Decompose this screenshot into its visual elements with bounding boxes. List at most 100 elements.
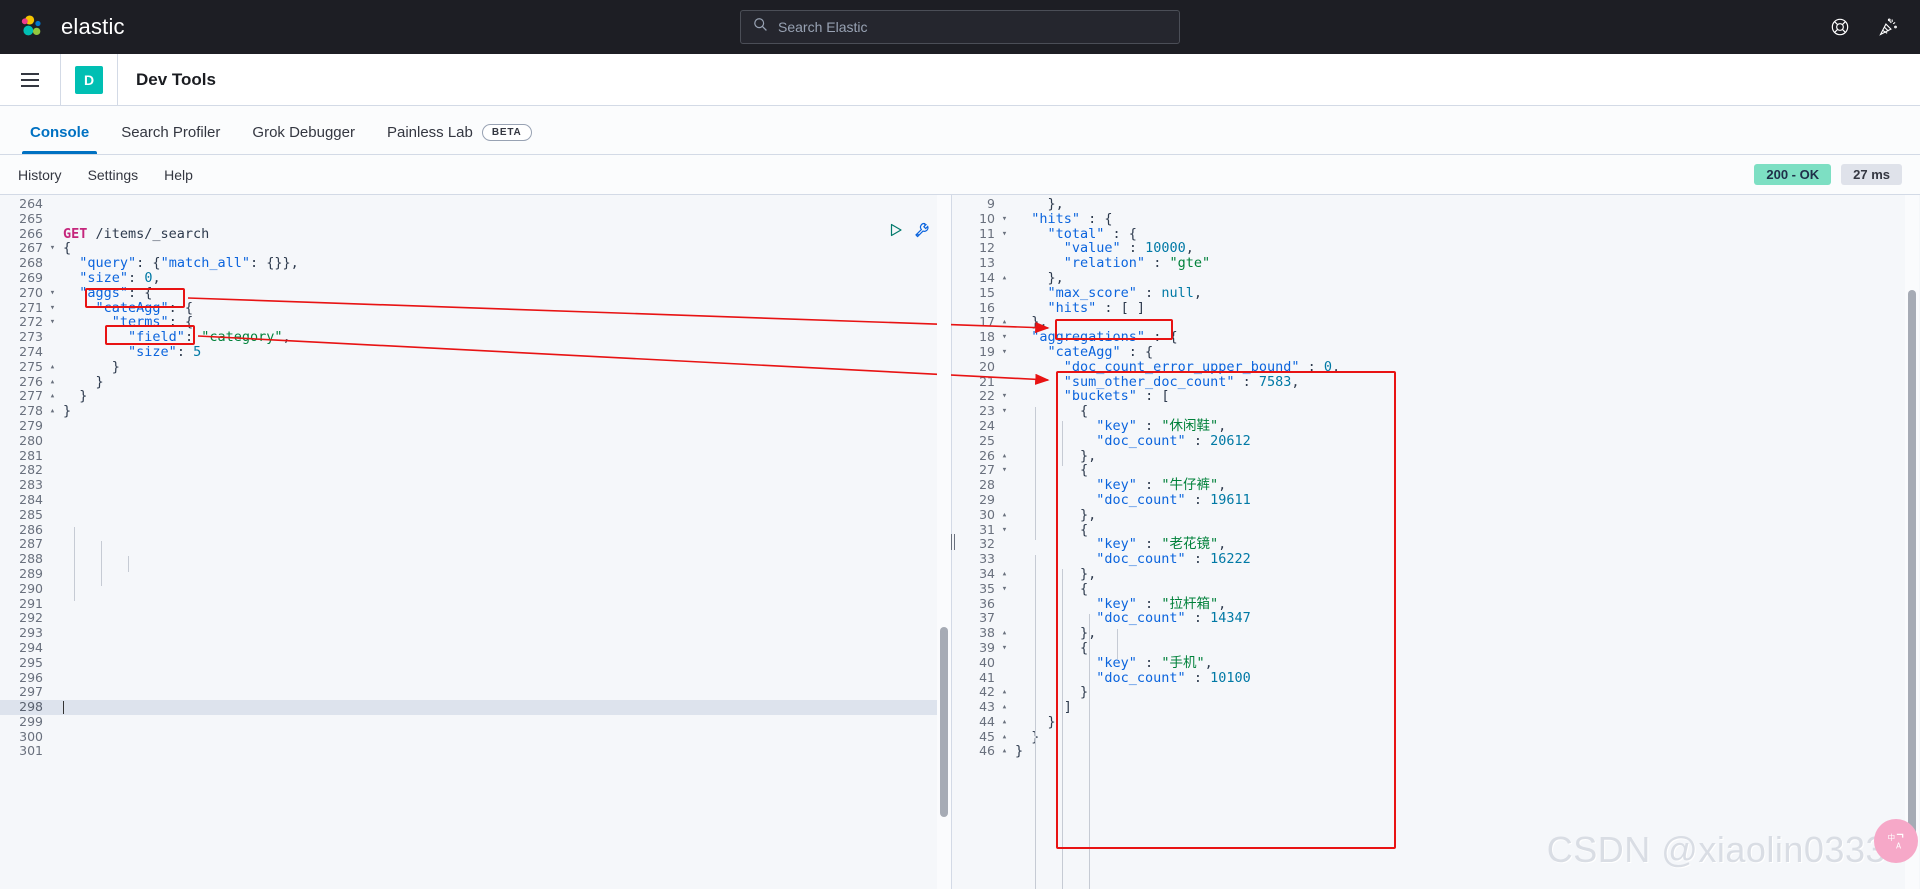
code-line[interactable]: 292 [0, 611, 951, 626]
code-line[interactable]: 298 [0, 699, 951, 715]
code-line[interactable]: 269 "size": 0, [0, 270, 951, 286]
code-line[interactable]: 278 ▴} [0, 403, 951, 419]
fold-toggle-icon[interactable]: ▴ [998, 315, 1011, 330]
code-line[interactable]: 46 ▴} [952, 744, 1919, 759]
code-line[interactable]: 288 [0, 551, 951, 567]
code-line[interactable]: 45 ▴ } [952, 729, 1919, 745]
fold-toggle-icon[interactable]: ▾ [46, 286, 59, 301]
code-line[interactable]: 267 ▾ { [0, 241, 951, 256]
code-line[interactable]: 15 "max_score" : null, [952, 285, 1919, 301]
fold-toggle-icon[interactable]: ▾ [998, 404, 1011, 419]
code-line[interactable]: 32 "key" : "老花镜", [952, 537, 1919, 552]
code-line[interactable]: 42 ▴ } [952, 684, 1919, 700]
code-line[interactable]: 284 [0, 492, 951, 508]
code-line[interactable]: 270 ▾ "aggs": { [0, 285, 951, 301]
code-line[interactable]: 9 }, [952, 196, 1919, 212]
confetti-icon[interactable] [1878, 17, 1898, 37]
code-line[interactable]: 12 "value" : 10000, [952, 241, 1919, 256]
response-viewer-pane[interactable]: 9 }, 10 ▾ "hits" : {11 ▾ "total" : {12 "val… [952, 195, 1919, 889]
fold-toggle-icon[interactable]: ▾ [46, 241, 59, 256]
code-line[interactable]: 294 [0, 640, 951, 656]
fold-toggle-icon[interactable]: ▾ [998, 463, 1011, 478]
code-line[interactable]: 285 [0, 507, 951, 523]
code-line[interactable]: 11 ▾ "total" : { [952, 226, 1919, 242]
code-line[interactable]: 273 "field": "category", [0, 329, 951, 345]
elastic-brand[interactable]: elastic [0, 13, 125, 41]
space-avatar[interactable]: D [75, 65, 103, 94]
code-line[interactable]: 22 ▾ "buckets" : [ [952, 389, 1919, 404]
code-line[interactable]: 35 ▾ { [952, 581, 1919, 597]
code-line[interactable]: 19 ▾ "cateAgg" : { [952, 344, 1919, 360]
code-line[interactable]: 274 "size": 5 [0, 344, 951, 360]
code-line[interactable]: 299 [0, 714, 951, 730]
code-line[interactable]: 283 [0, 477, 951, 493]
tab-painless-lab[interactable]: Painless Lab BETA [371, 124, 548, 154]
code-line[interactable]: 295 [0, 655, 951, 671]
wrench-icon[interactable] [914, 222, 930, 238]
code-line[interactable]: 14 ▴ }, [952, 270, 1919, 286]
code-line[interactable]: 301 [0, 744, 951, 759]
code-line[interactable]: 279 [0, 418, 951, 434]
global-search-input[interactable]: Search Elastic [740, 10, 1180, 44]
code-line[interactable]: 17 ▴ }, [952, 315, 1919, 330]
tab-console[interactable]: Console [14, 124, 105, 154]
code-line[interactable]: 21 "sum_other_doc_count" : 7583, [952, 374, 1919, 390]
code-line[interactable]: 24 "key" : "休闲鞋", [952, 418, 1919, 434]
code-line[interactable]: 268 "query": {"match_all": {}}, [0, 255, 951, 271]
code-line[interactable]: 287 [0, 537, 951, 552]
tab-grok-debugger[interactable]: Grok Debugger [236, 124, 371, 154]
code-line[interactable]: 39 ▾ { [952, 640, 1919, 656]
fold-toggle-icon[interactable]: ▾ [998, 330, 1011, 345]
play-triangle-icon[interactable] [888, 222, 904, 238]
code-line[interactable]: 29 "doc_count" : 19611 [952, 492, 1919, 508]
code-line[interactable]: 43 ▴ ] [952, 699, 1919, 715]
fold-toggle-icon[interactable]: ▴ [998, 700, 1011, 715]
fold-toggle-icon[interactable]: ▴ [998, 730, 1011, 745]
pane-resize-handle[interactable] [950, 195, 956, 889]
fold-toggle-icon[interactable]: ▾ [998, 582, 1011, 597]
fold-toggle-icon[interactable]: ▴ [998, 744, 1011, 759]
code-line[interactable]: 281 [0, 448, 951, 464]
code-line[interactable]: 275 ▴ } [0, 359, 951, 375]
fold-toggle-icon[interactable]: ▴ [46, 404, 59, 419]
fold-toggle-icon[interactable]: ▾ [998, 227, 1011, 242]
fold-toggle-icon[interactable]: ▴ [998, 567, 1011, 582]
code-line[interactable]: 277 ▴ } [0, 389, 951, 404]
code-line[interactable]: 290 [0, 581, 951, 597]
fold-toggle-icon[interactable]: ▴ [46, 360, 59, 375]
code-line[interactable]: 296 [0, 670, 951, 686]
code-line[interactable]: 271 ▾ "cateAgg": { [0, 300, 951, 316]
code-line[interactable]: 31 ▾ { [952, 522, 1919, 538]
code-line[interactable]: 23 ▾ { [952, 403, 1919, 419]
code-line[interactable]: 10 ▾ "hits" : { [952, 211, 1919, 227]
code-line[interactable]: 286 [0, 522, 951, 538]
code-line[interactable]: 264 [0, 196, 951, 212]
code-line[interactable]: 20 "doc_count_error_upper_bound" : 0, [952, 359, 1919, 375]
tab-search-profiler[interactable]: Search Profiler [105, 124, 236, 154]
code-line[interactable]: 33 "doc_count" : 16222 [952, 551, 1919, 567]
code-line[interactable]: 25 "doc_count" : 20612 [952, 433, 1919, 449]
code-line[interactable]: 34 ▴ }, [952, 566, 1919, 582]
code-line[interactable]: 265 [0, 211, 951, 227]
history-button[interactable]: History [18, 167, 62, 183]
settings-button[interactable]: Settings [88, 167, 139, 183]
code-line[interactable]: 28 "key" : "牛仔裤", [952, 477, 1919, 493]
fold-toggle-icon[interactable]: ▾ [998, 212, 1011, 227]
code-line[interactable]: 297 [0, 684, 951, 700]
code-line[interactable]: 289 [0, 566, 951, 582]
code-line[interactable]: 13 "relation" : "gte" [952, 255, 1919, 271]
code-line[interactable]: 36 "key" : "拉杆箱", [952, 596, 1919, 612]
code-line[interactable]: 26 ▴ }, [952, 448, 1919, 464]
fold-toggle-icon[interactable]: ▾ [998, 345, 1011, 360]
fold-toggle-icon[interactable]: ▾ [46, 315, 59, 330]
fold-toggle-icon[interactable]: ▴ [46, 375, 59, 390]
code-line[interactable]: 18 ▾ "aggregations" : { [952, 329, 1919, 345]
response-scrollbar-thumb[interactable] [1908, 290, 1916, 850]
code-line[interactable]: 276 ▴ } [0, 374, 951, 390]
code-line[interactable]: 44 ▴ } [952, 714, 1919, 730]
help-button[interactable]: Help [164, 167, 193, 183]
code-line[interactable]: 282 [0, 463, 951, 478]
request-scrollbar-thumb[interactable] [940, 627, 948, 817]
code-line[interactable]: 266 GET /items/_search [0, 226, 951, 242]
code-line[interactable]: 30 ▴ }, [952, 507, 1919, 523]
